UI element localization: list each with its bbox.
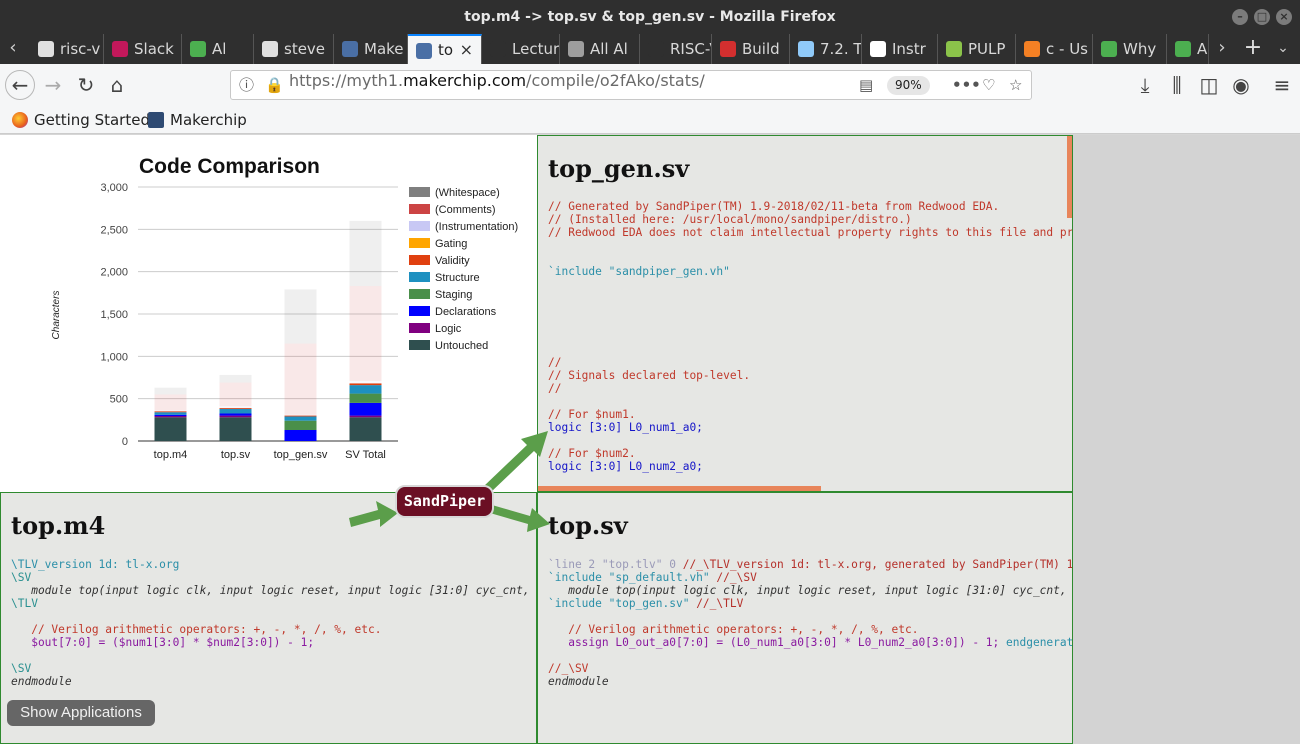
tab-label: risc-v xyxy=(60,40,101,58)
pulp-icon xyxy=(946,41,962,57)
reload-icon[interactable]: ↻ xyxy=(72,71,100,99)
extension-icon xyxy=(1101,41,1117,57)
bookmark-getting-started[interactable]: Getting Started xyxy=(12,109,150,131)
page-actions-icon[interactable]: ••• xyxy=(952,71,981,99)
home-icon[interactable]: ⌂ xyxy=(103,71,131,99)
tab-label: to xyxy=(438,41,454,59)
bookmark-makerchip[interactable]: Makerchip xyxy=(148,109,247,131)
build-icon xyxy=(720,41,736,57)
github-icon xyxy=(262,41,278,57)
maximize-icon[interactable]: □ xyxy=(1254,9,1270,25)
bookmark-star-icon[interactable]: ☆ xyxy=(1009,71,1022,99)
blank-icon xyxy=(648,41,664,57)
tab-12[interactable]: PULP xyxy=(938,34,1016,64)
window-title: top.m4 -> top.sv & top_gen.sv - Mozilla … xyxy=(464,9,836,25)
tab-label: Slack xyxy=(134,40,174,58)
tab-label: Why xyxy=(1123,40,1157,58)
bookmarks-toolbar: Getting Started Makerchip xyxy=(0,106,1300,134)
blank-icon xyxy=(490,41,506,57)
flow-arrows xyxy=(349,431,550,532)
tab-13[interactable]: c - Us xyxy=(1016,34,1093,64)
stackoverflow-icon xyxy=(1024,41,1040,57)
menu-hamburger-icon[interactable]: ≡ xyxy=(1268,71,1296,99)
close-icon[interactable]: × xyxy=(1276,9,1292,25)
tab-5[interactable]: to × xyxy=(408,34,482,64)
extension-icon xyxy=(1175,41,1191,57)
url-text[interactable]: https://myth1.makerchip.com/compile/o2fA… xyxy=(289,71,705,90)
tab-label: A xyxy=(1197,40,1208,58)
site-info-icon[interactable]: ⓘ xyxy=(239,71,254,99)
tab-label: PULP xyxy=(968,40,1006,58)
navigation-toolbar: ← → ↻ ⌂ ⓘ 🔒 https://myth1.makerchip.com/… xyxy=(0,64,1300,106)
window-title-bar: top.m4 -> top.sv & top_gen.sv - Mozilla … xyxy=(0,0,1300,34)
page-content: Code Comparison Characters 0 500 1,000 1,500 2… xyxy=(0,135,1300,744)
pocket-icon[interactable]: ♡ xyxy=(982,71,995,99)
show-applications-button[interactable]: Show Applications xyxy=(7,700,155,726)
extension-icon xyxy=(190,41,206,57)
account-icon[interactable]: ◉ xyxy=(1227,71,1255,99)
link-icon xyxy=(568,41,584,57)
tab-label: Al xyxy=(212,40,227,58)
tab-8[interactable]: RISC-V C xyxy=(640,34,712,64)
sidebar-icon[interactable]: ◫ xyxy=(1195,71,1223,99)
tab-7[interactable]: All Al xyxy=(560,34,640,64)
tab-15[interactable]: A xyxy=(1167,34,1209,64)
tab-label: Make xyxy=(364,40,404,58)
reader-view-icon[interactable]: ▤ xyxy=(859,71,873,99)
minimize-icon[interactable]: – xyxy=(1232,9,1248,25)
tab-label: c - Us xyxy=(1046,40,1088,58)
new-tab-icon[interactable]: + xyxy=(1240,34,1266,64)
doc-icon xyxy=(798,41,814,57)
tab-3[interactable]: steve xyxy=(254,34,334,64)
tab-strip: ‹ risc-v Slack Al steve Make to × Lecture All Al… xyxy=(0,34,1300,64)
tab-close-icon[interactable]: × xyxy=(460,36,473,64)
tab-1[interactable]: Slack xyxy=(104,34,182,64)
makerchip-icon xyxy=(342,41,358,57)
tab-label: Build xyxy=(742,40,780,58)
forward-arrow-icon[interactable]: → xyxy=(39,71,67,99)
tabs-scroll-left-icon[interactable]: ‹ xyxy=(0,34,26,64)
firefox-icon xyxy=(12,112,28,128)
tab-label: Lecture xyxy=(512,40,559,58)
arrow-input xyxy=(349,501,398,527)
tab-0[interactable]: risc-v xyxy=(30,34,104,64)
tab-list-chevron-down-icon[interactable]: ⌄ xyxy=(1270,34,1296,64)
tab-9[interactable]: Build xyxy=(712,34,790,64)
tab-4[interactable]: Make xyxy=(334,34,408,64)
tab-6[interactable]: Lecture xyxy=(482,34,560,64)
tab-2[interactable]: Al xyxy=(182,34,254,64)
tab-11[interactable]: Instr xyxy=(862,34,938,64)
tab-10[interactable]: 7.2. T xyxy=(790,34,862,64)
sandpiper-badge: SandPiper xyxy=(395,485,494,518)
downloads-icon[interactable]: ⤓ xyxy=(1131,71,1159,99)
tab-label: steve xyxy=(284,40,326,58)
url-bar[interactable]: ⓘ 🔒 https://myth1.makerchip.com/compile/… xyxy=(230,70,1032,100)
wikipedia-icon xyxy=(870,41,886,57)
tab-label: Instr xyxy=(892,40,926,58)
zoom-level-badge[interactable]: 90% xyxy=(887,76,930,95)
tab-14[interactable]: Why xyxy=(1093,34,1167,64)
arrow-to-top-gen xyxy=(483,431,548,493)
library-icon[interactable]: ⫼ xyxy=(1163,71,1191,99)
lock-icon: 🔒 xyxy=(265,76,284,94)
tabs-scroll-right-icon[interactable]: › xyxy=(1209,34,1235,64)
makerchip-icon xyxy=(148,112,164,128)
slack-icon xyxy=(112,41,128,57)
github-icon xyxy=(38,41,54,57)
tab-label: All Al xyxy=(590,40,628,58)
makerchip-icon xyxy=(416,43,432,59)
back-arrow-icon[interactable]: ← xyxy=(5,70,35,100)
tab-label: 7.2. T xyxy=(820,40,862,58)
tab-label: RISC-V C xyxy=(670,40,711,58)
arrow-to-top-sv xyxy=(490,505,550,532)
